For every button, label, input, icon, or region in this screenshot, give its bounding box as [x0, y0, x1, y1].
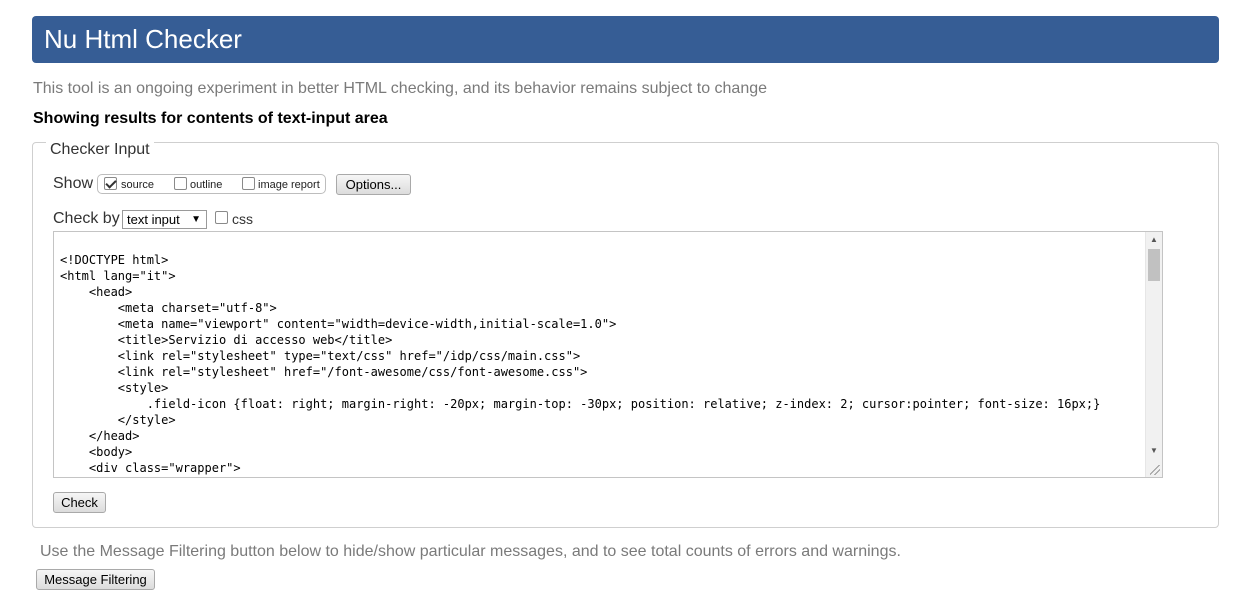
triangle-down-icon: ▼ [191, 214, 201, 225]
outline-label: outline [190, 179, 223, 191]
scrollbar-thumb[interactable] [1148, 249, 1160, 281]
textarea-scrollbar[interactable]: ▲ ▼ [1145, 232, 1162, 477]
triangle-down-icon[interactable]: ▼ [1150, 446, 1158, 455]
tool-description: This tool is an ongoing experiment in be… [33, 80, 768, 97]
filtering-description: Use the Message Filtering button below t… [40, 543, 901, 560]
header-banner: Nu Html Checker [32, 16, 1219, 63]
image-report-checkbox[interactable] [242, 177, 255, 190]
message-filtering-button[interactable]: Message Filtering [36, 569, 155, 590]
source-label: source [121, 179, 155, 191]
css-label: css [232, 211, 253, 227]
image-report-label: image report [258, 179, 320, 191]
results-heading: Showing results for contents of text-inp… [33, 110, 388, 127]
source-checkbox[interactable] [104, 177, 117, 190]
options-button[interactable]: Options... [336, 174, 411, 195]
source-textarea[interactable]: <!DOCTYPE html> <html lang="it"> <head> … [53, 231, 1163, 478]
checker-input-legend: Checker Input [46, 141, 154, 159]
show-options-group: source outline image report [97, 174, 326, 194]
check-by-label: Check by [53, 210, 120, 227]
page-title: Nu Html Checker [44, 24, 242, 54]
triangle-up-icon[interactable]: ▲ [1150, 235, 1158, 244]
outline-checkbox[interactable] [174, 177, 187, 190]
check-by-select[interactable]: text input ▼ [122, 210, 207, 229]
css-checkbox[interactable] [215, 211, 228, 224]
show-label: Show [53, 175, 94, 192]
resize-grip-icon[interactable] [1150, 465, 1160, 475]
check-by-selected-value: text input [127, 212, 180, 227]
check-button[interactable]: Check [53, 492, 106, 513]
source-code-text: <!DOCTYPE html> <html lang="it"> <head> … [60, 253, 1101, 475]
